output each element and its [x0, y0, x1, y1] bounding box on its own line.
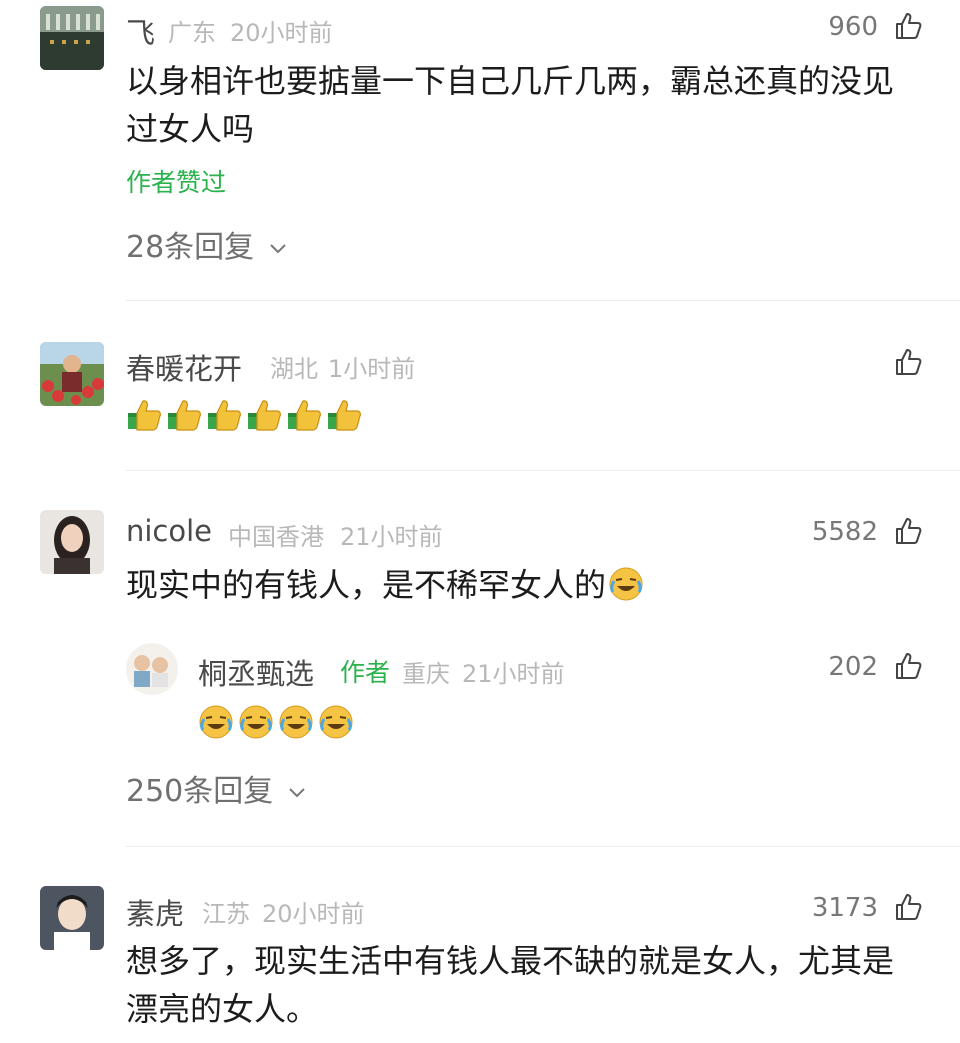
avatar[interactable] [40, 342, 104, 406]
timestamp: 20小时前 [262, 900, 365, 928]
thumbs-up-icon[interactable] [893, 347, 923, 377]
replies-count: 28条回复 [126, 230, 255, 265]
timestamp: 1小时前 [328, 355, 416, 383]
location: 江苏 [202, 900, 250, 928]
comment-text: 现实中的有钱人，是不稀罕女人的 [126, 560, 644, 610]
comment-text-continued: 漂亮的女人。 [126, 990, 319, 1028]
chevron-down-icon [289, 787, 305, 797]
timestamp: 21小时前 [462, 660, 565, 688]
replies-count: 250条回复 [126, 774, 274, 809]
comment-text: 以身相许也要掂量一下自己几斤几两，霸总还真的没见 [126, 62, 895, 100]
like-count: 5582 [811, 517, 878, 547]
thumbs-up-emoji-icon [208, 400, 241, 431]
author-liked-label: 作者赞过 [126, 168, 227, 197]
replies-toggle[interactable]: 250条回复 [126, 766, 307, 810]
divider [126, 846, 960, 847]
nickname[interactable]: nicole [126, 514, 212, 548]
location: 重庆 [402, 660, 450, 688]
thumbs-up-emoji-icon [248, 400, 281, 431]
avatar[interactable] [40, 6, 104, 70]
comment-text-content: 现实中的有钱人，是不稀罕女人的 [126, 566, 607, 604]
avatar[interactable] [126, 643, 178, 695]
thumbs-up-emoji-icon [328, 400, 361, 431]
nickname[interactable]: 桐丞甄选 [198, 651, 314, 693]
laugh-cry-emoji-icon [279, 705, 313, 739]
thumbs-up-icon[interactable] [893, 11, 923, 41]
thumbs-up-icon[interactable] [893, 516, 923, 546]
chevron-down-icon [270, 243, 286, 253]
thumbs-up-icon[interactable] [893, 651, 923, 681]
like-count: 3173 [811, 893, 878, 923]
avatar[interactable] [40, 886, 104, 950]
timestamp: 20小时前 [230, 19, 333, 47]
replies-toggle[interactable]: 28条回复 [126, 222, 288, 266]
avatar[interactable] [40, 510, 104, 574]
thumbs-up-icon[interactable] [893, 892, 923, 922]
comment-text: 想多了，现实生活中有钱人最不缺的就是女人，尤其是 [126, 942, 895, 980]
divider [126, 470, 960, 471]
nickname[interactable]: 飞 [126, 10, 155, 52]
laugh-cry-emoji-icon [609, 567, 643, 601]
thumbs-up-emoji-icon [128, 400, 161, 431]
like-count: 960 [828, 12, 878, 42]
location: 中国香港 [228, 523, 324, 551]
nickname[interactable]: 素虎 [126, 891, 184, 933]
laugh-cry-emoji-icon [239, 705, 273, 739]
location: 湖北 [270, 355, 318, 383]
timestamp: 21小时前 [340, 523, 443, 551]
laugh-cry-emoji-icon [199, 705, 233, 739]
location: 广东 [168, 19, 216, 47]
divider [126, 300, 960, 301]
like-count: 202 [828, 652, 878, 682]
author-badge: 作者 [340, 658, 391, 687]
laugh-cry-emoji-icon [319, 705, 353, 739]
thumbs-up-emoji-icon [168, 400, 201, 431]
nickname[interactable]: 春暖花开 [126, 346, 242, 388]
thumbs-up-emoji-icon [288, 400, 321, 431]
comment-text-continued: 过女人吗 [126, 110, 255, 148]
